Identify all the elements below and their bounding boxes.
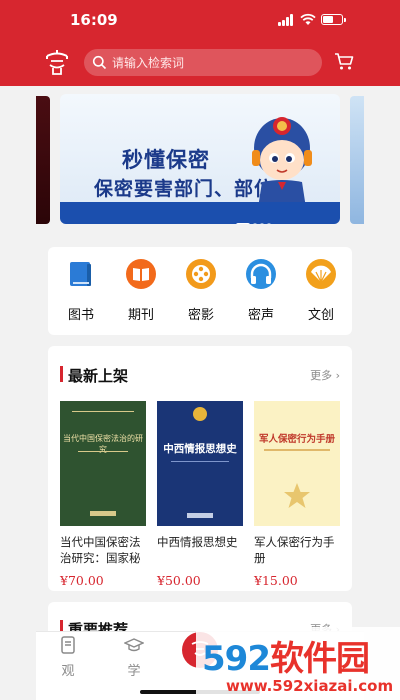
banner-prev-slide[interactable] — [36, 96, 50, 224]
category-label: 图书 — [67, 308, 94, 323]
banner-title: 秒懂保密 — [122, 148, 210, 172]
tab-view[interactable]: 观 — [44, 635, 92, 679]
film-reel-icon — [186, 259, 216, 289]
app-header: 16:09 — [0, 0, 400, 86]
cover-title: 军人保密行为手册 — [258, 434, 335, 445]
more-link[interactable]: 更多 › — [310, 367, 340, 383]
search-bar[interactable] — [84, 49, 322, 76]
watermark-brand-number: 592 — [202, 639, 271, 679]
search-input[interactable] — [112, 49, 312, 76]
category-audio[interactable]: 密声 — [231, 258, 291, 324]
tab-learn[interactable]: 学 — [110, 635, 158, 679]
section-title: 最新上架 — [68, 367, 129, 385]
cover-title: 中西情报思想史 — [163, 443, 237, 455]
new-arrivals-section: 最新上架 更多 › 当代中国保密法治的研究 当代中国保密法治研究：国家秘密...… — [48, 346, 352, 591]
status-time: 16:09 — [70, 11, 118, 29]
cart-icon[interactable] — [334, 51, 354, 71]
category-grid: 图书 期刊 密影 密声 文创 — [48, 247, 352, 335]
category-label: 密声 — [247, 308, 274, 323]
watermark-brand-text: 软件园 — [269, 639, 370, 679]
book-price: ¥70.00 — [60, 573, 104, 588]
watermark: 592软件园 www.592xiazai.com — [196, 627, 400, 700]
status-bar: 16:09 — [0, 0, 400, 40]
book-title: 军人保密行为手册 — [254, 535, 335, 565]
star-icon — [284, 483, 310, 508]
book-card[interactable]: 军人保密行为手册 军人保密行为手册 ¥15.00 — [254, 401, 340, 588]
document-icon — [61, 636, 75, 654]
battery-icon — [321, 14, 346, 25]
app-logo-icon[interactable] — [44, 48, 70, 76]
book-icon — [70, 262, 91, 286]
category-label: 期刊 — [127, 308, 154, 323]
book-title: 中西情报思想史 — [157, 535, 238, 549]
cellular-signal-icon — [278, 14, 296, 26]
book-price: ¥50.00 — [157, 573, 201, 588]
banner-stripe — [60, 202, 340, 224]
book-title: 当代中国保密法治研究：国家秘密... — [60, 535, 141, 565]
carousel-indicator — [236, 223, 271, 224]
book-cover: 当代中国保密法治的研究 — [60, 401, 146, 526]
category-label: 文创 — [307, 308, 334, 323]
graduation-cap-icon — [123, 638, 145, 652]
book-card[interactable]: 当代中国保密法治的研究 当代中国保密法治研究：国家秘密... ¥70.00 — [60, 401, 146, 588]
mascot-illustration — [252, 117, 312, 208]
category-books[interactable]: 图书 — [51, 258, 111, 324]
chevron-right-icon: › — [335, 369, 340, 382]
banner-next-slide[interactable] — [350, 96, 364, 224]
banner-carousel[interactable]: 秒懂保密 保密要害部门、部位 — [36, 86, 364, 236]
banner-slide[interactable]: 秒懂保密 保密要害部门、部位 — [60, 94, 340, 224]
category-journals[interactable]: 期刊 — [111, 258, 171, 324]
search-icon — [92, 55, 107, 70]
book-cover: 军人保密行为手册 — [254, 401, 340, 526]
journal-icon — [126, 259, 156, 289]
watermark-url: www.592xiazai.com — [226, 677, 394, 695]
category-creative[interactable]: 文创 — [291, 258, 351, 324]
category-films[interactable]: 密影 — [171, 258, 231, 324]
tab-label: 学 — [127, 664, 141, 679]
book-price: ¥15.00 — [254, 573, 298, 588]
wifi-icon — [300, 13, 316, 25]
book-card[interactable]: 中西情报思想史 中西情报思想史 ¥50.00 — [157, 401, 243, 588]
category-label: 密影 — [187, 308, 214, 323]
book-cover: 中西情报思想史 — [157, 401, 243, 526]
fan-icon — [306, 259, 336, 289]
headphones-icon — [246, 259, 276, 289]
section-accent-bar — [60, 366, 63, 382]
tab-label: 观 — [61, 664, 75, 679]
